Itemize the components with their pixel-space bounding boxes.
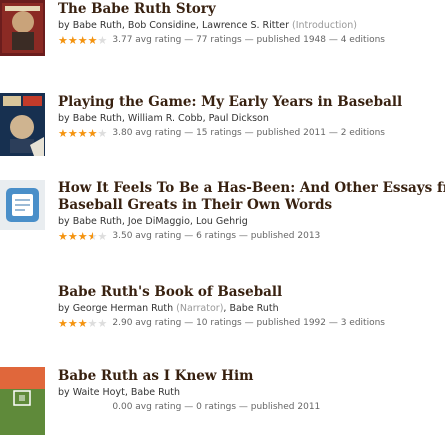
author-line: by George Herman Ruth (Narrator), Babe R… [58,303,279,314]
star-icon: ★ [67,126,78,140]
star-icon: ★ [87,126,98,140]
star-icon: ★ [87,33,98,47]
star-icon: ★ [77,229,88,243]
author-link[interactable]: Paul Dickson [209,113,269,124]
star-icon: ★ [67,229,78,243]
rating-text: 2.90 avg rating — 10 ratings — published… [112,318,385,328]
star-icon: ★ [77,316,88,330]
star-rating: ★ ★ ★ ★ ★ [58,231,107,242]
author-link[interactable]: Waite Hoyt [73,387,125,398]
author-link[interactable]: Joe DiMaggio [128,216,190,227]
author-line: by Waite Hoyt, Babe Ruth [58,387,181,398]
author-link[interactable]: George Herman Ruth [73,303,173,314]
star-icon: ★ [97,229,108,243]
by-label: by [58,216,70,227]
by-label: by [58,113,70,124]
star-icon: ★ [97,33,108,47]
rating-text: 3.77 avg rating — 77 ratings — published… [112,35,385,45]
book-title-cont[interactable]: Baseball Greats in Their Own Words [58,197,445,214]
by-label: by [58,303,70,314]
list-item: How It Feels To Be a Has-Been: And Other… [0,178,445,258]
book-title[interactable]: The Babe Ruth Story [58,1,445,18]
author-link[interactable]: Babe Ruth [73,20,122,31]
book-title[interactable]: Playing the Game: My Early Years in Base… [58,94,445,111]
author-link[interactable]: Lawrence S. Ritter [202,20,289,31]
rating-meta: ★ ★ ★ ★ ★ 2.90 avg rating — 10 ratings — pub… [58,316,445,330]
book-cover[interactable] [0,180,45,230]
book-title[interactable]: How It Feels To Be a Has-Been: And Other… [58,180,445,197]
author-role: (Introduction) [292,20,357,31]
author-link[interactable]: Babe Ruth [73,216,122,227]
book-cover[interactable] [0,0,45,56]
star-icon: ★ [58,126,68,140]
author-line: by Babe Ruth, Joe DiMaggio, Lou Gehrig [58,216,248,227]
by-label: by [58,20,70,31]
rating-meta: ★ ★ ★ ★ ★ 3.80 avg rating — 15 ratings — pub… [58,126,445,140]
list-item: The Babe Ruth Story by Babe Ruth, Bob Co… [0,0,445,60]
book-cover[interactable] [0,93,45,156]
rating-text: 3.80 avg rating — 15 ratings — published… [112,128,385,138]
author-link[interactable]: Babe Ruth [229,303,278,314]
author-role: (Narrator) [176,303,224,314]
star-icon: ★ [58,229,68,243]
rating-text: 0.00 avg rating — 0 ratings — published … [112,402,321,412]
star-rating: ★ ★ ★ ★ ★ [58,318,107,329]
star-rating: ★ ★ ★ ★ ★ [58,128,107,139]
rating-text: 3.50 avg rating — 6 ratings — published … [112,231,321,241]
author-link[interactable]: Lou Gehrig [196,216,248,227]
author-link[interactable]: William R. Cobb [128,113,203,124]
book-cover[interactable] [0,367,45,435]
star-icon: ★ [87,229,98,243]
author-line: by Babe Ruth, William R. Cobb, Paul Dick… [58,113,269,124]
star-rating: ★ ★ ★ ★ ★ [58,35,107,46]
star-icon: ★ [87,316,98,330]
star-icon: ★ [67,316,78,330]
author-line: by Babe Ruth, Bob Considine, Lawrence S.… [58,20,357,31]
list-item: Playing the Game: My Early Years in Base… [0,93,445,158]
author-link[interactable]: Babe Ruth [131,387,180,398]
book-title[interactable]: Babe Ruth as I Knew Him [58,368,445,385]
by-label: by [58,387,70,398]
star-icon: ★ [58,316,68,330]
star-icon: ★ [67,33,78,47]
list-item: Babe Ruth's Book of Baseball by George H… [0,283,445,338]
star-icon: ★ [77,126,88,140]
rating-meta: ★ ★ ★ ★ ★ 3.50 avg rating — 6 ratings — publ… [58,229,445,243]
list-item: Babe Ruth as I Knew Him by Waite Hoyt, B… [0,365,445,440]
book-list: The Babe Ruth Story by Babe Ruth, Bob Co… [0,0,445,440]
author-link[interactable]: Babe Ruth [73,113,122,124]
book-title[interactable]: Babe Ruth's Book of Baseball [58,284,445,301]
author-link[interactable]: Bob Considine [128,20,196,31]
star-icon: ★ [97,316,108,330]
star-icon: ★ [97,126,108,140]
star-icon: ★ [58,33,68,47]
star-icon: ★ [77,33,88,47]
rating-meta: ★★★★★ 0.00 avg rating — 0 ratings — publ… [58,400,445,414]
rating-meta: ★ ★ ★ ★ ★ 3.77 avg rating — 77 ratings — pub… [58,33,445,47]
